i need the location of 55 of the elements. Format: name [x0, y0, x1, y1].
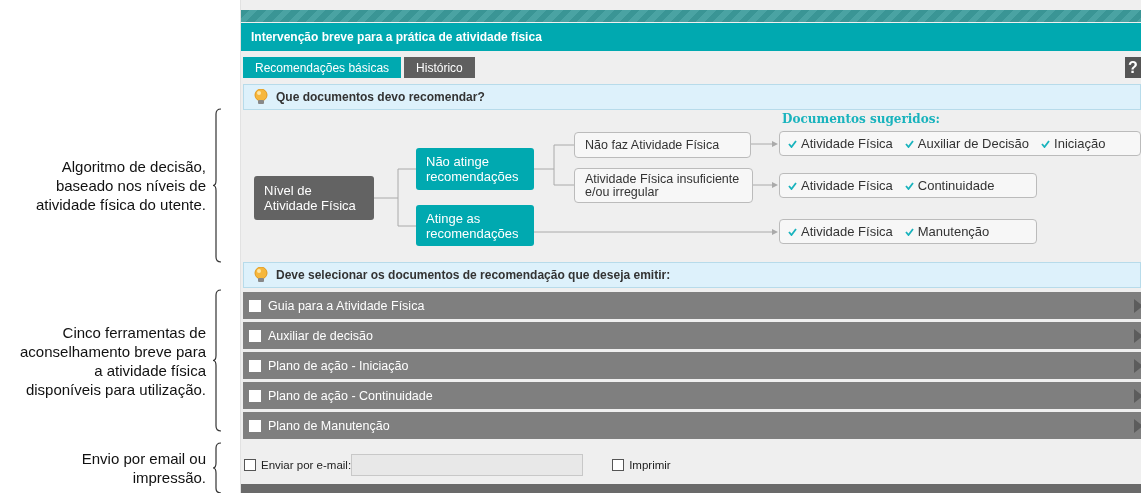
window-title: Intervenção breve para a prática de atividade física: [251, 30, 542, 44]
document-row[interactable]: Plano de ação - Continuidade: [243, 382, 1141, 409]
branch-node: Não atinge recomendações: [416, 148, 534, 190]
annotation-text: Algoritmo de decisão, baseado nos níveis de atividade física do utente.: [34, 157, 206, 214]
checkbox[interactable]: [249, 329, 261, 342]
document-row[interactable]: Guia para a Atividade Física: [243, 292, 1141, 319]
lightbulb-icon: [254, 267, 268, 283]
document-label: Manutenção: [917, 224, 990, 239]
branch-node: Atinge as recomendações: [416, 205, 534, 246]
curly-brace: [212, 442, 222, 493]
document-label: Atividade Física: [801, 136, 893, 151]
connector-line: [373, 168, 417, 227]
document-label: Atividade Física: [801, 224, 893, 239]
document-label: Auxiliar de Decisão: [917, 136, 1030, 151]
check-icon: [904, 181, 914, 190]
check-icon: [904, 139, 914, 148]
connector-line: [533, 144, 575, 186]
documents-heading: Documentos sugeridos:: [782, 112, 940, 126]
info-text: Deve selecionar os documentos de recomendação que deseja emitir:: [276, 268, 671, 282]
document-title: Auxiliar de decisão: [268, 328, 373, 343]
info-text: Que documentos devo recomendar?: [276, 90, 485, 104]
annotation-text: Envio por email ou impressão.: [80, 449, 206, 487]
checkbox[interactable]: [612, 459, 625, 471]
checkbox[interactable]: [244, 459, 256, 471]
checkbox[interactable]: [249, 419, 261, 432]
check-icon: [1041, 139, 1051, 148]
checkbox[interactable]: [249, 359, 261, 372]
check-icon: [788, 139, 797, 148]
email-label: Enviar por e-mail:: [261, 459, 352, 471]
document-title: Plano de ação - Continuidade: [268, 388, 433, 403]
checkbox[interactable]: [249, 389, 261, 402]
arrow: [750, 141, 778, 147]
tab[interactable]: Recomendações básicas: [243, 57, 402, 78]
document-title: Plano de Manutenção: [268, 418, 390, 433]
document-label: Continuidade: [917, 178, 995, 193]
help-button[interactable]: ?: [1125, 57, 1141, 78]
checkbox[interactable]: [249, 299, 261, 312]
document-title: Guia para a Atividade Física: [268, 298, 425, 313]
root-node: Nível de Atividade Física: [254, 176, 374, 220]
document-row[interactable]: Auxiliar de decisão: [243, 322, 1141, 349]
tab[interactable]: Histórico: [404, 57, 475, 78]
check-icon: [788, 227, 797, 236]
document-title: Plano de ação - Iniciação: [268, 358, 409, 373]
document-row[interactable]: Plano de Manutenção: [243, 412, 1141, 439]
document-label: Atividade Física: [801, 178, 893, 193]
arrow: [752, 182, 778, 188]
condition-node: Atividade Física insuficiente e/ou irregular: [574, 168, 753, 203]
condition-node: Não faz Atividade Física: [574, 132, 751, 158]
check-icon: [788, 181, 797, 190]
document-label: Iniciação: [1054, 136, 1106, 151]
print-label: Imprimir: [629, 459, 671, 471]
document-row[interactable]: Plano de ação - Iniciação: [243, 352, 1141, 379]
check-icon: [904, 227, 914, 236]
annotation-text: Cinco ferramentas de aconselhamento breve para a atividade física disponíveis para utilização.: [19, 322, 206, 399]
lightbulb-icon: [254, 89, 268, 105]
